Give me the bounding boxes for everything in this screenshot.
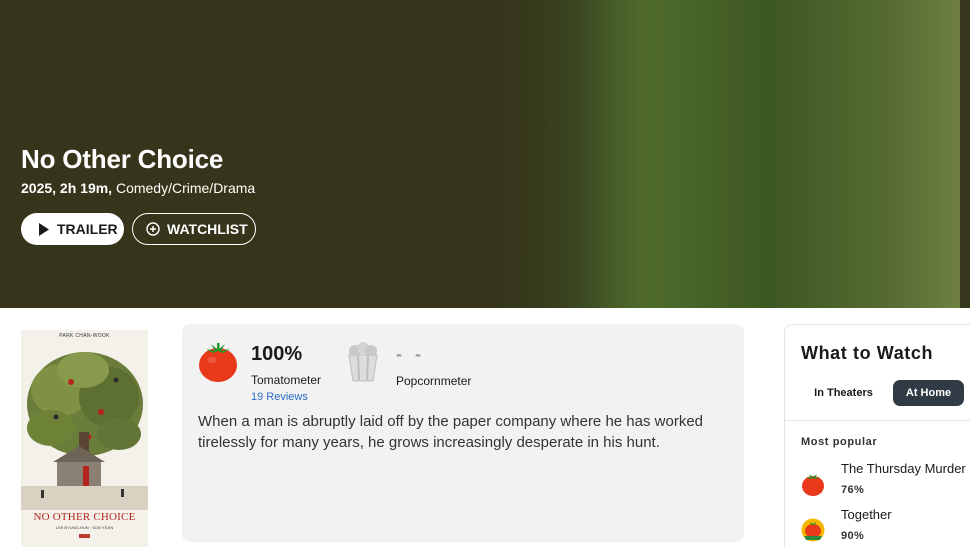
list-item-score: 76% bbox=[841, 484, 865, 496]
list-item-score: 90% bbox=[841, 530, 865, 542]
play-icon bbox=[39, 222, 49, 236]
fresh-tomato-icon bbox=[199, 343, 237, 382]
fresh-tomato-icon bbox=[802, 474, 824, 496]
popcornmeter-label: Popcornmeter bbox=[396, 374, 472, 388]
movie-synopsis: When a man is abruptly laid off by the p… bbox=[198, 413, 704, 451]
watchlist-button[interactable]: WATCHLIST bbox=[132, 213, 256, 245]
tab-at-home[interactable]: At Home bbox=[893, 380, 964, 406]
year-runtime: 2025, 2h 19m, bbox=[21, 180, 113, 196]
list-item[interactable]: The Thursday Murder Club 76% bbox=[801, 461, 970, 505]
poster-cast: LEE BYUNG-HUN · SON YEJIN bbox=[55, 525, 114, 530]
hero-actions: TRAILER WATCHLIST bbox=[21, 213, 256, 245]
popcornmeter-score: - - bbox=[396, 344, 425, 364]
hero-banner: No Other Choice 2025, 2h 19m, Comedy/Cri… bbox=[0, 0, 970, 308]
poster-title: NO OTHER CHOICE bbox=[33, 511, 136, 523]
tomatometer-label: Tomatometer bbox=[251, 373, 322, 387]
what-to-watch-title: What to Watch bbox=[801, 343, 934, 363]
movie-poster[interactable]: PARK CHAN-WOOK NO OTHER CHOICE LEE BYUNG… bbox=[21, 330, 148, 547]
genres: Comedy/Crime/Drama bbox=[115, 180, 256, 196]
tab-in-theaters[interactable]: In Theaters bbox=[801, 380, 886, 406]
reviews-count-link[interactable]: 19 Reviews bbox=[251, 391, 308, 403]
certified-fresh-icon bbox=[801, 518, 825, 542]
watchlist-label: WATCHLIST bbox=[167, 221, 248, 237]
poster-tree-illustration bbox=[21, 352, 148, 510]
list-item-title: The Thursday Murder Club bbox=[841, 461, 970, 476]
plus-circle-icon bbox=[146, 222, 160, 236]
section-heading: Most popular bbox=[801, 436, 878, 448]
list-item-title: Together bbox=[841, 507, 892, 522]
trailer-button[interactable]: TRAILER bbox=[21, 213, 124, 245]
poster-rating-badge bbox=[79, 534, 90, 538]
movie-meta: 2025, 2h 19m, Comedy/Crime/Drama bbox=[21, 180, 255, 196]
popcorn-empty-icon bbox=[348, 342, 378, 382]
score-card: 100% Tomatometer 19 Reviews - - Popcornm… bbox=[182, 324, 744, 542]
divider bbox=[785, 420, 970, 421]
movie-title: No Other Choice bbox=[21, 144, 224, 174]
what-to-watch-panel: What to Watch In Theaters At Home Most p… bbox=[784, 324, 970, 548]
tomatometer-score: 100% bbox=[251, 343, 303, 365]
trailer-label: TRAILER bbox=[57, 221, 118, 237]
list-item[interactable]: Together 90% bbox=[801, 507, 970, 548]
poster-director-credit: PARK CHAN-WOOK bbox=[59, 333, 110, 339]
